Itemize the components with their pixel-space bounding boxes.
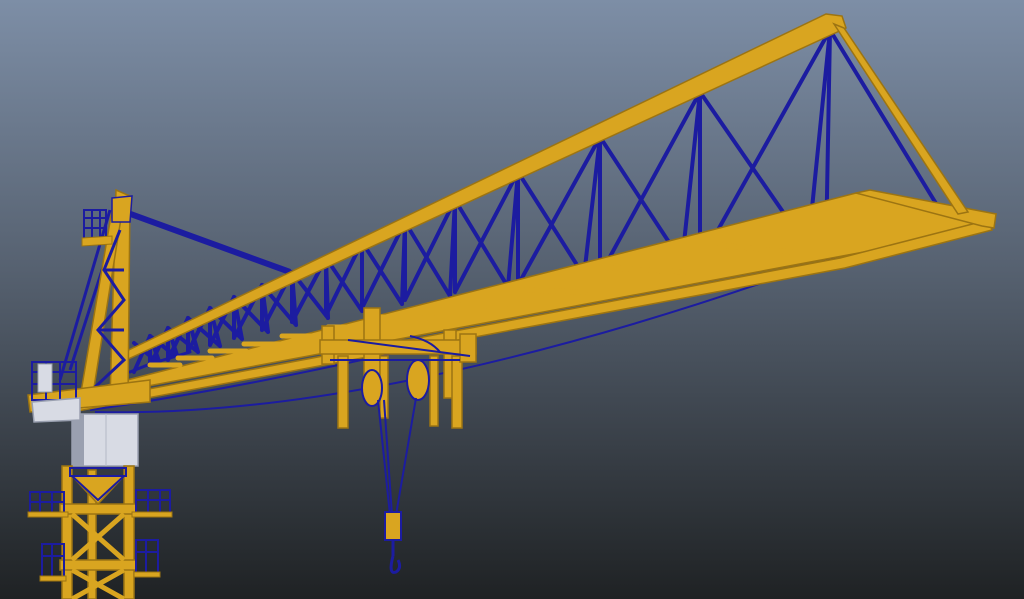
- hook-block: [384, 511, 402, 541]
- trolley-leg-1: [337, 355, 349, 429]
- 3d-viewport[interactable]: [0, 0, 1024, 599]
- trolley-leg-4: [451, 355, 463, 429]
- platform-box: [37, 363, 53, 393]
- trolley-sheave-right: [406, 359, 430, 401]
- mast-leg-right: [123, 465, 135, 599]
- mast-collar-2: [59, 559, 137, 571]
- mast-collar-1: [59, 503, 137, 515]
- trolley-leg-3: [429, 355, 439, 427]
- trolley-end-block: [459, 333, 477, 363]
- crane-render: [0, 0, 1024, 599]
